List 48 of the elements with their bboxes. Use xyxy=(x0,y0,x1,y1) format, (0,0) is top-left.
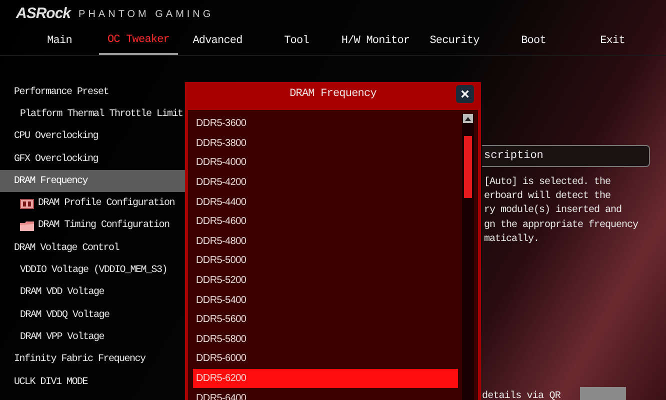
menu-item[interactable]: Platform Thermal Throttle Limit xyxy=(0,103,186,126)
frequency-option[interactable]: DDR5-4000 xyxy=(193,153,458,173)
frequency-option[interactable]: DDR5-4600 xyxy=(193,212,458,232)
brand-logo: ASRock xyxy=(16,4,71,24)
description-header: scription xyxy=(482,145,650,167)
scrollbar[interactable] xyxy=(462,114,474,400)
nav-tab[interactable]: Boot xyxy=(494,28,573,55)
dialog-title: DRAM Frequency xyxy=(290,86,376,102)
nav-tab[interactable]: Exit xyxy=(573,28,652,55)
menu-item[interactable]: DRAM Voltage Control xyxy=(0,237,186,260)
scroll-thumb[interactable] xyxy=(464,136,472,198)
frequency-option[interactable]: DDR5-5200 xyxy=(193,270,458,290)
frequency-option[interactable]: DDR5-4400 xyxy=(193,192,458,212)
frequency-option[interactable]: DDR5-5000 xyxy=(193,251,458,271)
menu-item[interactable]: Performance Preset xyxy=(0,81,186,104)
frequency-option[interactable]: DDR5-5600 xyxy=(193,310,458,330)
frequency-option[interactable]: DDR5-5800 xyxy=(193,330,458,350)
menu-item[interactable]: GFX Overclocking xyxy=(0,148,186,170)
frequency-option[interactable]: DDR5-6000 xyxy=(193,349,458,369)
nav-tab[interactable]: Security xyxy=(415,28,494,55)
menu-item[interactable]: Infinity Fabric Frequency xyxy=(0,348,186,371)
menu-item[interactable]: DRAM Profile Configuration xyxy=(0,192,186,215)
brand-subtitle: PHANTOM GAMING xyxy=(78,8,214,22)
nav-tab[interactable]: Advanced xyxy=(178,28,257,55)
frequency-option[interactable]: DDR5-5400 xyxy=(193,290,458,310)
menu-item[interactable]: CPU Overclocking xyxy=(0,126,186,148)
scroll-up-icon[interactable] xyxy=(463,114,473,123)
menu-item[interactable]: DRAM Frequency xyxy=(0,170,186,192)
menu-item[interactable]: DRAM VDDQ Voltage xyxy=(0,304,186,326)
frequency-option[interactable]: DDR5-4800 xyxy=(193,232,458,252)
qr-code-placeholder xyxy=(580,387,626,400)
nav-tab[interactable]: H/W Monitor xyxy=(336,28,415,55)
qr-note: details via QR xyxy=(482,390,560,400)
frequency-option[interactable]: DDR5-3600 xyxy=(193,114,458,134)
nav-tab[interactable]: Tool xyxy=(257,28,336,55)
description-text: [Auto] is selected. the erboard will detect the ry module(s) inserted and gn the appropriate frequency matically. xyxy=(483,176,640,247)
frequency-option[interactable]: DDR5-4200 xyxy=(193,172,458,192)
menu-item[interactable]: DRAM Timing Configuration xyxy=(0,214,186,238)
folder-icon xyxy=(20,220,34,231)
nav-tab[interactable]: OC Tweaker xyxy=(99,28,178,55)
menu-item[interactable]: VDDIO Voltage (VDDIO_MEM_S3) xyxy=(0,259,186,282)
nav-tab[interactable]: Main xyxy=(20,28,99,55)
frequency-option[interactable]: DDR5-3800 xyxy=(193,134,458,154)
close-button[interactable]: × xyxy=(456,85,474,103)
menu-item[interactable]: DRAM VPP Voltage xyxy=(0,326,186,349)
memory-module-icon xyxy=(20,198,34,209)
menu-item[interactable]: DRAM VDD Voltage xyxy=(0,282,186,304)
menu-item[interactable]: UCLK DIV1 MODE xyxy=(0,370,186,394)
